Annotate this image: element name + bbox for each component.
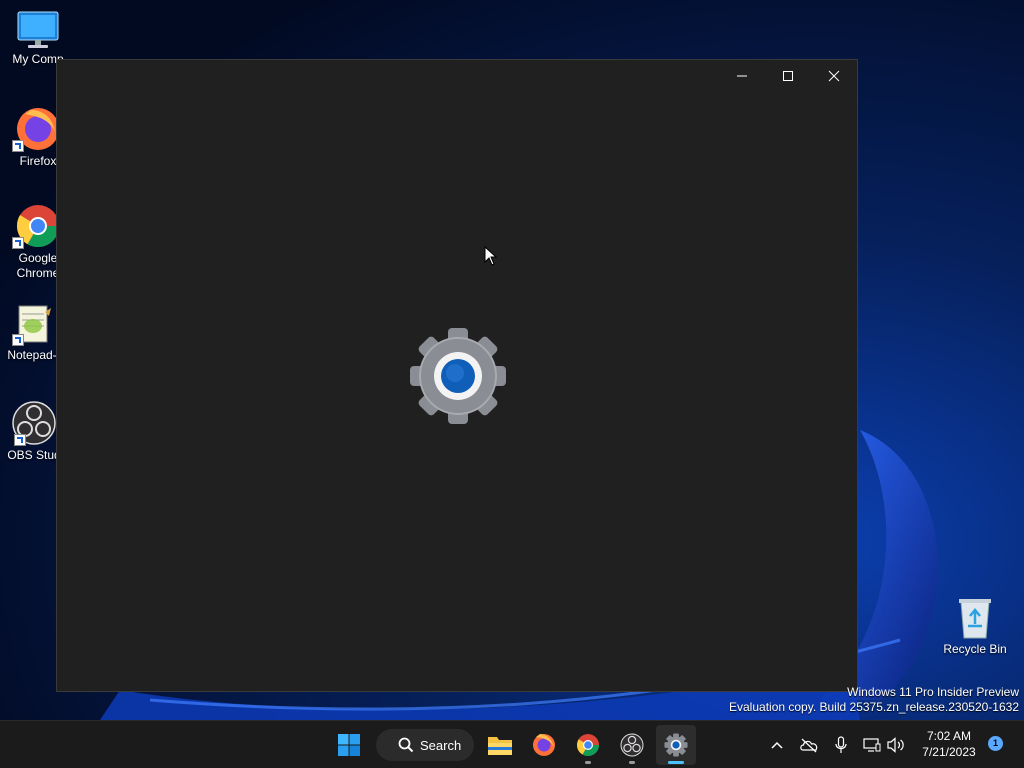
clock-date: 7/21/2023 [922,745,976,759]
recycle-bin-icon [959,599,991,639]
shortcut-arrow-icon [12,140,24,152]
maximize-icon [783,71,793,81]
desktop-icon-label: Recycle Bin [943,642,1007,656]
mouse-cursor-icon [484,246,498,266]
onedrive-tray[interactable] [799,735,819,755]
system-clock[interactable]: 7:02 AM 7/21/2023 [914,728,984,760]
taskbar-firefox[interactable] [524,725,564,765]
network-icon [863,738,881,752]
settings-window[interactable] [56,59,858,692]
evaluation-watermark: Windows 11 Pro Insider Preview Evaluatio… [729,685,1019,715]
clock-time: 7:02 AM [926,729,972,743]
shortcut-arrow-icon [14,434,26,446]
desktop-icon-recycle-bin[interactable]: Recycle Bin [935,596,1015,657]
onedrive-icon [800,738,818,753]
shortcut-arrow-icon [12,334,24,346]
start-button[interactable] [329,725,369,765]
microphone-tray[interactable] [831,735,851,755]
chrome-icon [577,734,599,756]
microphone-icon [835,736,847,753]
close-icon [828,70,840,82]
show-hidden-icons-button[interactable] [767,735,787,755]
active-indicator [668,761,684,764]
settings-gear-icon [410,328,506,424]
chevron-up-icon [771,741,783,749]
firefox-icon [533,734,555,756]
network-tray[interactable] [862,735,882,755]
taskbar-chrome[interactable] [568,725,608,765]
watermark-edition: Windows 11 Pro Insider Preview [847,685,1019,699]
volume-tray[interactable] [886,735,906,755]
watermark-build: Evaluation copy. Build 25375.zn_release.… [729,700,1019,714]
start-icon [338,734,360,756]
shortcut-arrow-icon [12,237,24,249]
search-icon [398,737,414,753]
taskbar-file-explorer[interactable] [480,725,520,765]
running-indicator [585,761,591,764]
taskbar-obs-studio[interactable] [612,725,652,765]
obs-icon [620,733,644,757]
minimize-icon [737,75,747,77]
running-indicator [629,761,635,764]
close-button[interactable] [811,60,857,92]
settings-icon [664,733,688,757]
notification-badge[interactable]: 1 [988,736,1003,751]
file-explorer-icon [488,737,512,755]
taskbar: Search 7:02 AM 7/21/2023 [0,720,1024,768]
maximize-button[interactable] [765,60,811,92]
search-box[interactable]: Search [376,729,474,761]
monitor-icon [17,11,59,48]
taskbar-settings[interactable] [656,725,696,765]
minimize-button[interactable] [719,60,765,92]
volume-icon [887,737,904,753]
search-label: Search [420,737,462,753]
